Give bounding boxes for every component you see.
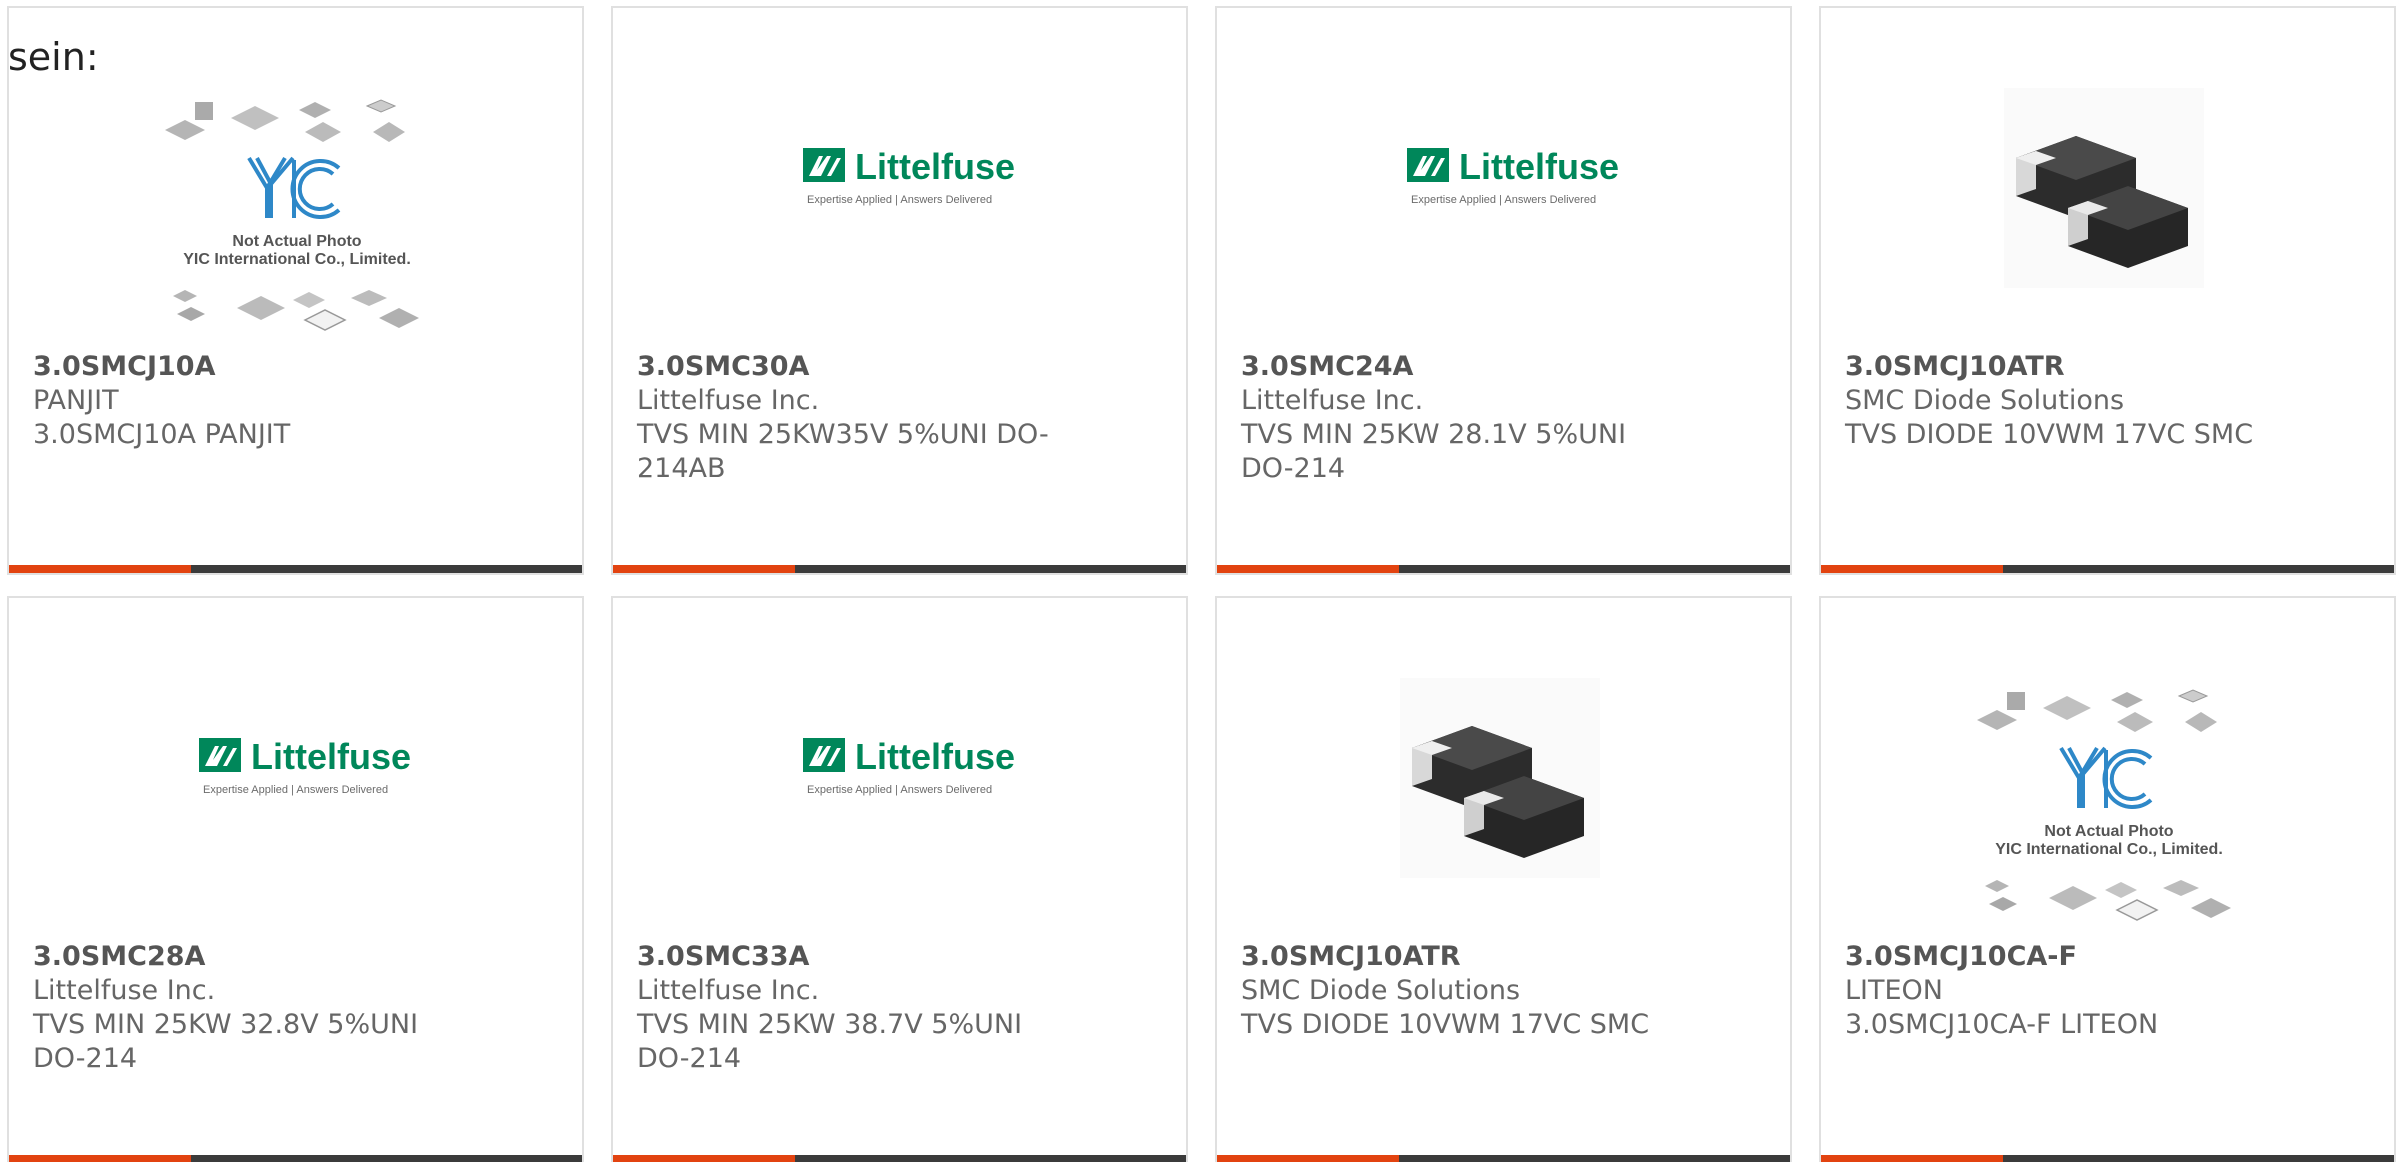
product-image[interactable]: Littelfuse Expertise Applied | Answers D… [1217, 8, 1790, 348]
card-bar [1821, 1155, 2394, 1162]
card-bar [1217, 565, 1790, 573]
product-info: 3.0SMC24A Littelfuse Inc. TVS MIN 25KW 2… [1241, 350, 1661, 486]
part-number-link[interactable]: 3.0SMC33A [637, 940, 1057, 974]
product-info: 3.0SMCJ10A PANJIT 3.0SMCJ10A PANJIT [33, 350, 453, 452]
product-info: 3.0SMCJ10ATR SMC Diode Solutions TVS DIO… [1241, 940, 1661, 1042]
description: TVS DIODE 10VWM 17VC SMC [1845, 419, 2254, 450]
card-bar-accent [9, 1155, 191, 1162]
littelfuse-logo-icon: Littelfuse Expertise Applied | Answers D… [1407, 146, 1619, 206]
manufacturer: Littelfuse Inc. [33, 975, 216, 1006]
manufacturer: LITEON [1845, 975, 1944, 1006]
part-number-link[interactable]: 3.0SMC24A [1241, 350, 1661, 384]
part-number-link[interactable]: 3.0SMCJ10A [33, 350, 453, 384]
description: TVS MIN 25KW 32.8V 5%UNI DO-214 [33, 1009, 419, 1074]
card-bar-accent [613, 565, 795, 573]
product-image[interactable]: Littelfuse Expertise Applied | Answers D… [613, 598, 1186, 938]
card-bar-accent [1217, 565, 1399, 573]
svg-text:YIC International Co., Limited: YIC International Co., Limited. [183, 251, 411, 268]
yic-placeholder-icon: Not Actual Photo YIC International Co., … [1977, 689, 2231, 921]
littelfuse-logo-icon: Littelfuse Expertise Applied | Answers D… [803, 146, 1015, 206]
product-card[interactable]: 3.0SMCJ10ATR SMC Diode Solutions TVS DIO… [1819, 6, 2396, 575]
card-bar-accent [1821, 1155, 2003, 1162]
card-bar [613, 565, 1186, 573]
manufacturer: Littelfuse Inc. [637, 975, 820, 1006]
manufacturer: PANJIT [33, 385, 119, 416]
part-number-link[interactable]: 3.0SMCJ10ATR [1241, 940, 1661, 974]
card-bar-accent [1217, 1155, 1399, 1162]
svg-text:Littelfuse: Littelfuse [251, 736, 411, 777]
part-number-link[interactable]: 3.0SMC30A [637, 350, 1057, 384]
product-card[interactable]: Littelfuse Expertise Applied | Answers D… [611, 596, 1188, 1162]
description: TVS MIN 25KW 28.1V 5%UNI DO-214 [1241, 419, 1627, 484]
product-grid: Not Actual Photo YIC International Co., … [7, 6, 2400, 1162]
svg-text:Littelfuse: Littelfuse [855, 146, 1015, 187]
littelfuse-logo-icon: Littelfuse Expertise Applied | Answers D… [199, 736, 411, 796]
card-bar [1821, 565, 2394, 573]
littelfuse-logo-icon: Littelfuse Expertise Applied | Answers D… [803, 736, 1015, 796]
product-info: 3.0SMCJ10ATR SMC Diode Solutions TVS DIO… [1845, 350, 2265, 452]
manufacturer: Littelfuse Inc. [637, 385, 820, 416]
manufacturer: Littelfuse Inc. [1241, 385, 1424, 416]
description: 3.0SMCJ10CA-F LITEON [1845, 1009, 2159, 1040]
description: TVS MIN 25KW35V 5%UNI DO-214AB [637, 419, 1049, 484]
manufacturer: SMC Diode Solutions [1845, 385, 2125, 416]
product-card[interactable]: Not Actual Photo YIC International Co., … [7, 6, 584, 575]
card-bar [613, 1155, 1186, 1162]
description: 3.0SMCJ10A PANJIT [33, 419, 291, 450]
product-info: 3.0SMC33A Littelfuse Inc. TVS MIN 25KW 3… [637, 940, 1057, 1076]
card-bar-accent [1821, 565, 2003, 573]
product-card[interactable]: Littelfuse Expertise Applied | Answers D… [7, 596, 584, 1162]
description: TVS MIN 25KW 38.7V 5%UNI DO-214 [637, 1009, 1023, 1074]
smc-diode-icon [2004, 88, 2204, 288]
part-number-link[interactable]: 3.0SMCJ10CA-F [1845, 940, 2265, 974]
manufacturer: SMC Diode Solutions [1241, 975, 1521, 1006]
svg-text:Not Actual Photo: Not Actual Photo [232, 233, 361, 250]
svg-text:Not Actual Photo: Not Actual Photo [2044, 823, 2173, 840]
product-card[interactable]: Littelfuse Expertise Applied | Answers D… [611, 6, 1188, 575]
card-bar [9, 1155, 582, 1162]
part-number-link[interactable]: 3.0SMCJ10ATR [1845, 350, 2265, 384]
product-card[interactable]: Not Actual Photo YIC International Co., … [1819, 596, 2396, 1162]
description: TVS DIODE 10VWM 17VC SMC [1241, 1009, 1650, 1040]
svg-text:Expertise Applied | Answers De: Expertise Applied | Answers Delivered [807, 194, 992, 206]
card-bar [1217, 1155, 1790, 1162]
product-image[interactable] [1821, 8, 2394, 348]
part-number-link[interactable]: 3.0SMC28A [33, 940, 453, 974]
card-bar-accent [9, 565, 191, 573]
product-image[interactable]: Littelfuse Expertise Applied | Answers D… [613, 8, 1186, 348]
product-image[interactable] [1217, 598, 1790, 938]
svg-text:YIC International Co., Limited: YIC International Co., Limited. [1995, 841, 2223, 858]
product-card[interactable]: Littelfuse Expertise Applied | Answers D… [1215, 6, 1792, 575]
card-bar-accent [613, 1155, 795, 1162]
svg-text:Expertise Applied | Answers De: Expertise Applied | Answers Delivered [1411, 194, 1596, 206]
smc-diode-icon [1400, 678, 1600, 878]
lead-text: sein: [8, 35, 99, 79]
page: sein: Not Actual Photo YIC International… [0, 0, 2400, 1162]
card-bar [9, 565, 582, 573]
product-card[interactable]: 3.0SMCJ10ATR SMC Diode Solutions TVS DIO… [1215, 596, 1792, 1162]
product-info: 3.0SMCJ10CA-F LITEON 3.0SMCJ10CA-F LITEO… [1845, 940, 2265, 1042]
product-image[interactable]: Not Actual Photo YIC International Co., … [1821, 598, 2394, 938]
product-info: 3.0SMC28A Littelfuse Inc. TVS MIN 25KW 3… [33, 940, 453, 1076]
svg-text:Littelfuse: Littelfuse [855, 736, 1015, 777]
svg-text:Expertise Applied | Answers De: Expertise Applied | Answers Delivered [203, 784, 388, 796]
product-info: 3.0SMC30A Littelfuse Inc. TVS MIN 25KW35… [637, 350, 1057, 486]
svg-text:Littelfuse: Littelfuse [1459, 146, 1619, 187]
svg-text:Expertise Applied | Answers De: Expertise Applied | Answers Delivered [807, 784, 992, 796]
product-image[interactable]: Littelfuse Expertise Applied | Answers D… [9, 598, 582, 938]
